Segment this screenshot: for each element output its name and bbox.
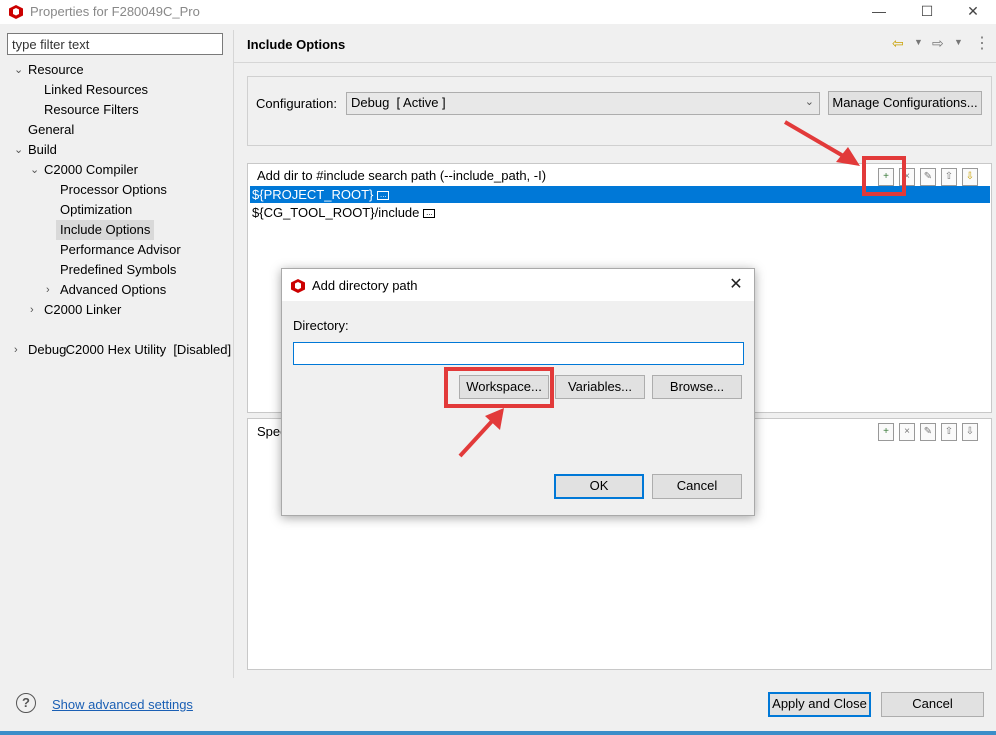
- tree-item-resource[interactable]: ⌄ Resource: [14, 60, 84, 80]
- app-logo-icon: [291, 279, 305, 293]
- tree-item-label: Resource Filters: [44, 102, 139, 117]
- panel-splitter[interactable]: [233, 30, 234, 678]
- dialog-close-icon[interactable]: ✕: [724, 273, 748, 297]
- tree-item-label: C2000 Hex Utility [Disabled]: [65, 342, 232, 357]
- move-down-icon[interactable]: ⇩: [962, 168, 978, 186]
- tree-item-label: Linked Resources: [44, 82, 149, 97]
- tree-item-linked-resources[interactable]: Linked Resources: [44, 80, 148, 100]
- more-icon: ...: [423, 209, 436, 219]
- view-menu-icon[interactable]: ⋮: [974, 33, 990, 53]
- browse-button[interactable]: Browse...: [652, 375, 742, 399]
- tree-item-label: General: [28, 122, 75, 137]
- chevron-down-icon: ⌄: [804, 96, 814, 108]
- tree-item-general[interactable]: General: [28, 120, 74, 140]
- tree-item-label: Performance Advisor: [60, 242, 181, 257]
- tree-item-resource-filters[interactable]: Resource Filters: [44, 100, 139, 120]
- page-title: Include Options: [247, 37, 346, 52]
- app-logo-icon: [9, 5, 23, 19]
- dialog-title: Add directory path: [312, 278, 418, 293]
- show-advanced-settings-link[interactable]: Show advanced settings: [52, 697, 193, 712]
- secondary-toolbar: + × ✎ ⇧ ⇩: [878, 423, 978, 443]
- tree-item-performance-advisor[interactable]: Performance Advisor: [60, 240, 181, 260]
- filter-input[interactable]: [7, 33, 223, 55]
- properties-window: Properties for F280049C_Pro — ☐ ✕ ⌄ Reso…: [0, 0, 996, 735]
- minimize-button[interactable]: —: [856, 0, 902, 24]
- tree-item-debug[interactable]: › Debug: [14, 340, 67, 360]
- configuration-group: Configuration: Debug [ Active ] ⌄ Manage…: [247, 76, 992, 146]
- collapsed-chevron-icon[interactable]: ›: [46, 280, 50, 300]
- dialog-cancel-button[interactable]: Cancel: [652, 474, 742, 499]
- taskbar-edge: [0, 731, 996, 735]
- more-icon: ...: [377, 191, 390, 201]
- dialog-title-bar: Add directory path ✕: [282, 269, 754, 301]
- tree-item-c2000-compiler[interactable]: ⌄ C2000 Compiler: [30, 160, 138, 180]
- tree-item-label: Include Options: [60, 222, 151, 237]
- tree-item-include-options[interactable]: Include Options: [56, 220, 155, 240]
- help-icon[interactable]: ?: [16, 693, 36, 713]
- tree-item-advanced-options[interactable]: › Advanced Options: [46, 280, 167, 300]
- configuration-selected-value: Debug [ Active ]: [351, 95, 446, 110]
- include-path-text: ${CG_TOOL_ROOT}/include: [252, 205, 420, 220]
- highlight-box-workspace: [444, 367, 554, 408]
- close-button[interactable]: ✕: [950, 0, 996, 24]
- tree-item-label: Advanced Options: [60, 282, 167, 297]
- configuration-select[interactable]: Debug [ Active ] ⌄: [346, 92, 820, 115]
- edit-path-icon[interactable]: ✎: [920, 423, 936, 441]
- header-divider: [234, 62, 996, 63]
- tree-item-label: C2000 Linker: [44, 302, 122, 317]
- tree-item-label: Predefined Symbols: [60, 262, 177, 277]
- tree-item-label: Optimization: [60, 202, 133, 217]
- include-path-header: Add dir to #include search path (--inclu…: [257, 168, 547, 183]
- forward-arrow-icon[interactable]: ⇨: [932, 35, 944, 52]
- tree-item-label: Processor Options: [60, 182, 167, 197]
- tree-item-build[interactable]: ⌄ Build: [14, 140, 57, 160]
- tree-item-optimization[interactable]: Optimization: [60, 200, 132, 220]
- expanded-chevron-icon[interactable]: ⌄: [30, 160, 39, 180]
- back-arrow-icon[interactable]: ⇦: [892, 35, 904, 52]
- apply-and-close-button[interactable]: Apply and Close: [768, 692, 871, 717]
- edit-path-icon[interactable]: ✎: [920, 168, 936, 186]
- manage-configurations-button[interactable]: Manage Configurations...: [828, 91, 982, 115]
- tree-item-c2000-hex-utility[interactable]: C2000 Hex Utility [Disabled]: [44, 320, 231, 357]
- directory-label: Directory:: [293, 318, 349, 333]
- highlight-box-add-icon: [862, 156, 906, 196]
- expanded-chevron-icon[interactable]: ⌄: [14, 140, 23, 160]
- tree-item-label: Resource: [28, 62, 84, 77]
- delete-path-icon[interactable]: ×: [899, 423, 915, 441]
- include-path-row[interactable]: ${CG_TOOL_ROOT}/include...: [250, 204, 990, 221]
- navigation-toolbar: ⇦ ▼ ⇨ ▼ ⋮: [892, 35, 992, 55]
- cancel-button[interactable]: Cancel: [881, 692, 984, 717]
- collapsed-chevron-icon[interactable]: ›: [30, 300, 34, 320]
- include-path-text: ${PROJECT_ROOT}: [252, 187, 374, 202]
- ok-button[interactable]: OK: [554, 474, 644, 499]
- tree-item-label: Build: [28, 142, 57, 157]
- tree-item-label: C2000 Compiler: [44, 162, 138, 177]
- window-title: Properties for F280049C_Pro: [30, 4, 200, 19]
- move-up-icon[interactable]: ⇧: [941, 423, 957, 441]
- collapsed-chevron-icon[interactable]: ›: [14, 340, 18, 360]
- tree-item-processor-options[interactable]: Processor Options: [60, 180, 167, 200]
- tree-item-c2000-linker[interactable]: › C2000 Linker: [30, 300, 122, 320]
- forward-menu-chevron-icon[interactable]: ▼: [954, 37, 963, 47]
- variables-button[interactable]: Variables...: [555, 375, 645, 399]
- move-down-icon[interactable]: ⇩: [962, 423, 978, 441]
- directory-input[interactable]: [293, 342, 744, 365]
- tree-item-predefined-symbols[interactable]: Predefined Symbols: [60, 260, 176, 280]
- tree-item-label: Debug: [28, 342, 67, 357]
- expanded-chevron-icon[interactable]: ⌄: [14, 60, 23, 80]
- maximize-button[interactable]: ☐: [904, 0, 950, 24]
- back-menu-chevron-icon[interactable]: ▼: [914, 37, 923, 47]
- add-path-icon[interactable]: +: [878, 423, 894, 441]
- title-bar: Properties for F280049C_Pro — ☐ ✕: [0, 0, 996, 24]
- configuration-label: Configuration:: [256, 96, 337, 111]
- move-up-icon[interactable]: ⇧: [941, 168, 957, 186]
